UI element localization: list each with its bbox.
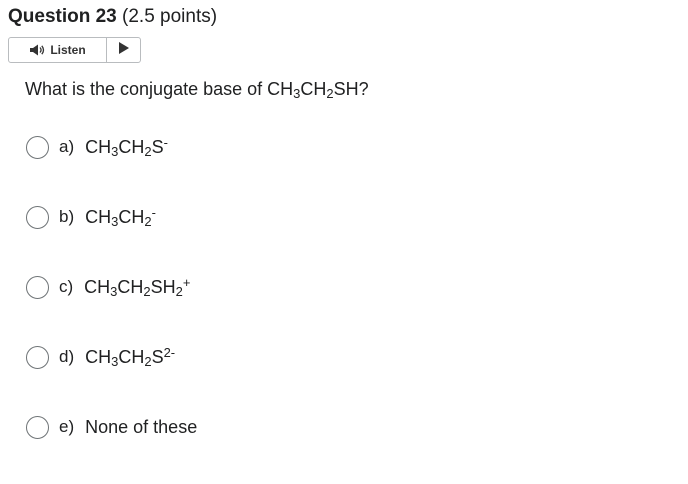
choice-letter: a): [59, 137, 75, 156]
listen-toolbar: Listen: [8, 37, 141, 63]
speaker-icon: [29, 44, 46, 56]
choice-text[interactable]: None of these: [85, 417, 197, 438]
question-points: (2.5 points): [122, 6, 218, 27]
question-header: Question 23 (2.5 points): [8, 4, 217, 30]
choice-d: d) CH3CH2S2-: [26, 343, 175, 371]
choice-c: c) CH3CH2SH2+: [26, 273, 190, 301]
choice-formula[interactable]: CH3CH2S2-: [85, 346, 175, 368]
choice-letter: c): [59, 277, 74, 296]
question-title: Question 23: [8, 6, 117, 27]
radio-button-a[interactable]: [26, 135, 49, 159]
choice-b: b) CH3CH2-: [26, 203, 156, 231]
choice-formula[interactable]: CH3CH2-: [85, 206, 156, 228]
radio-button-c[interactable]: [26, 275, 49, 299]
play-button[interactable]: [107, 38, 140, 62]
question-prompt: What is the conjugate base of CH3CH2SH?: [25, 79, 369, 102]
choice-a: a) CH3CH2S-: [26, 133, 168, 161]
choice-e: e) None of these: [26, 413, 197, 441]
radio-button-e[interactable]: [26, 415, 49, 439]
choice-letter: b): [59, 207, 75, 226]
listen-button[interactable]: Listen: [9, 38, 107, 62]
radio-button-b[interactable]: [26, 205, 49, 229]
listen-label: Listen: [50, 43, 86, 57]
choice-formula[interactable]: CH3CH2SH2+: [84, 276, 190, 298]
play-icon: [118, 41, 129, 59]
choice-formula[interactable]: CH3CH2S-: [85, 136, 168, 158]
choice-letter: e): [59, 417, 75, 436]
choice-letter: d): [59, 347, 75, 366]
radio-button-d[interactable]: [26, 345, 49, 369]
